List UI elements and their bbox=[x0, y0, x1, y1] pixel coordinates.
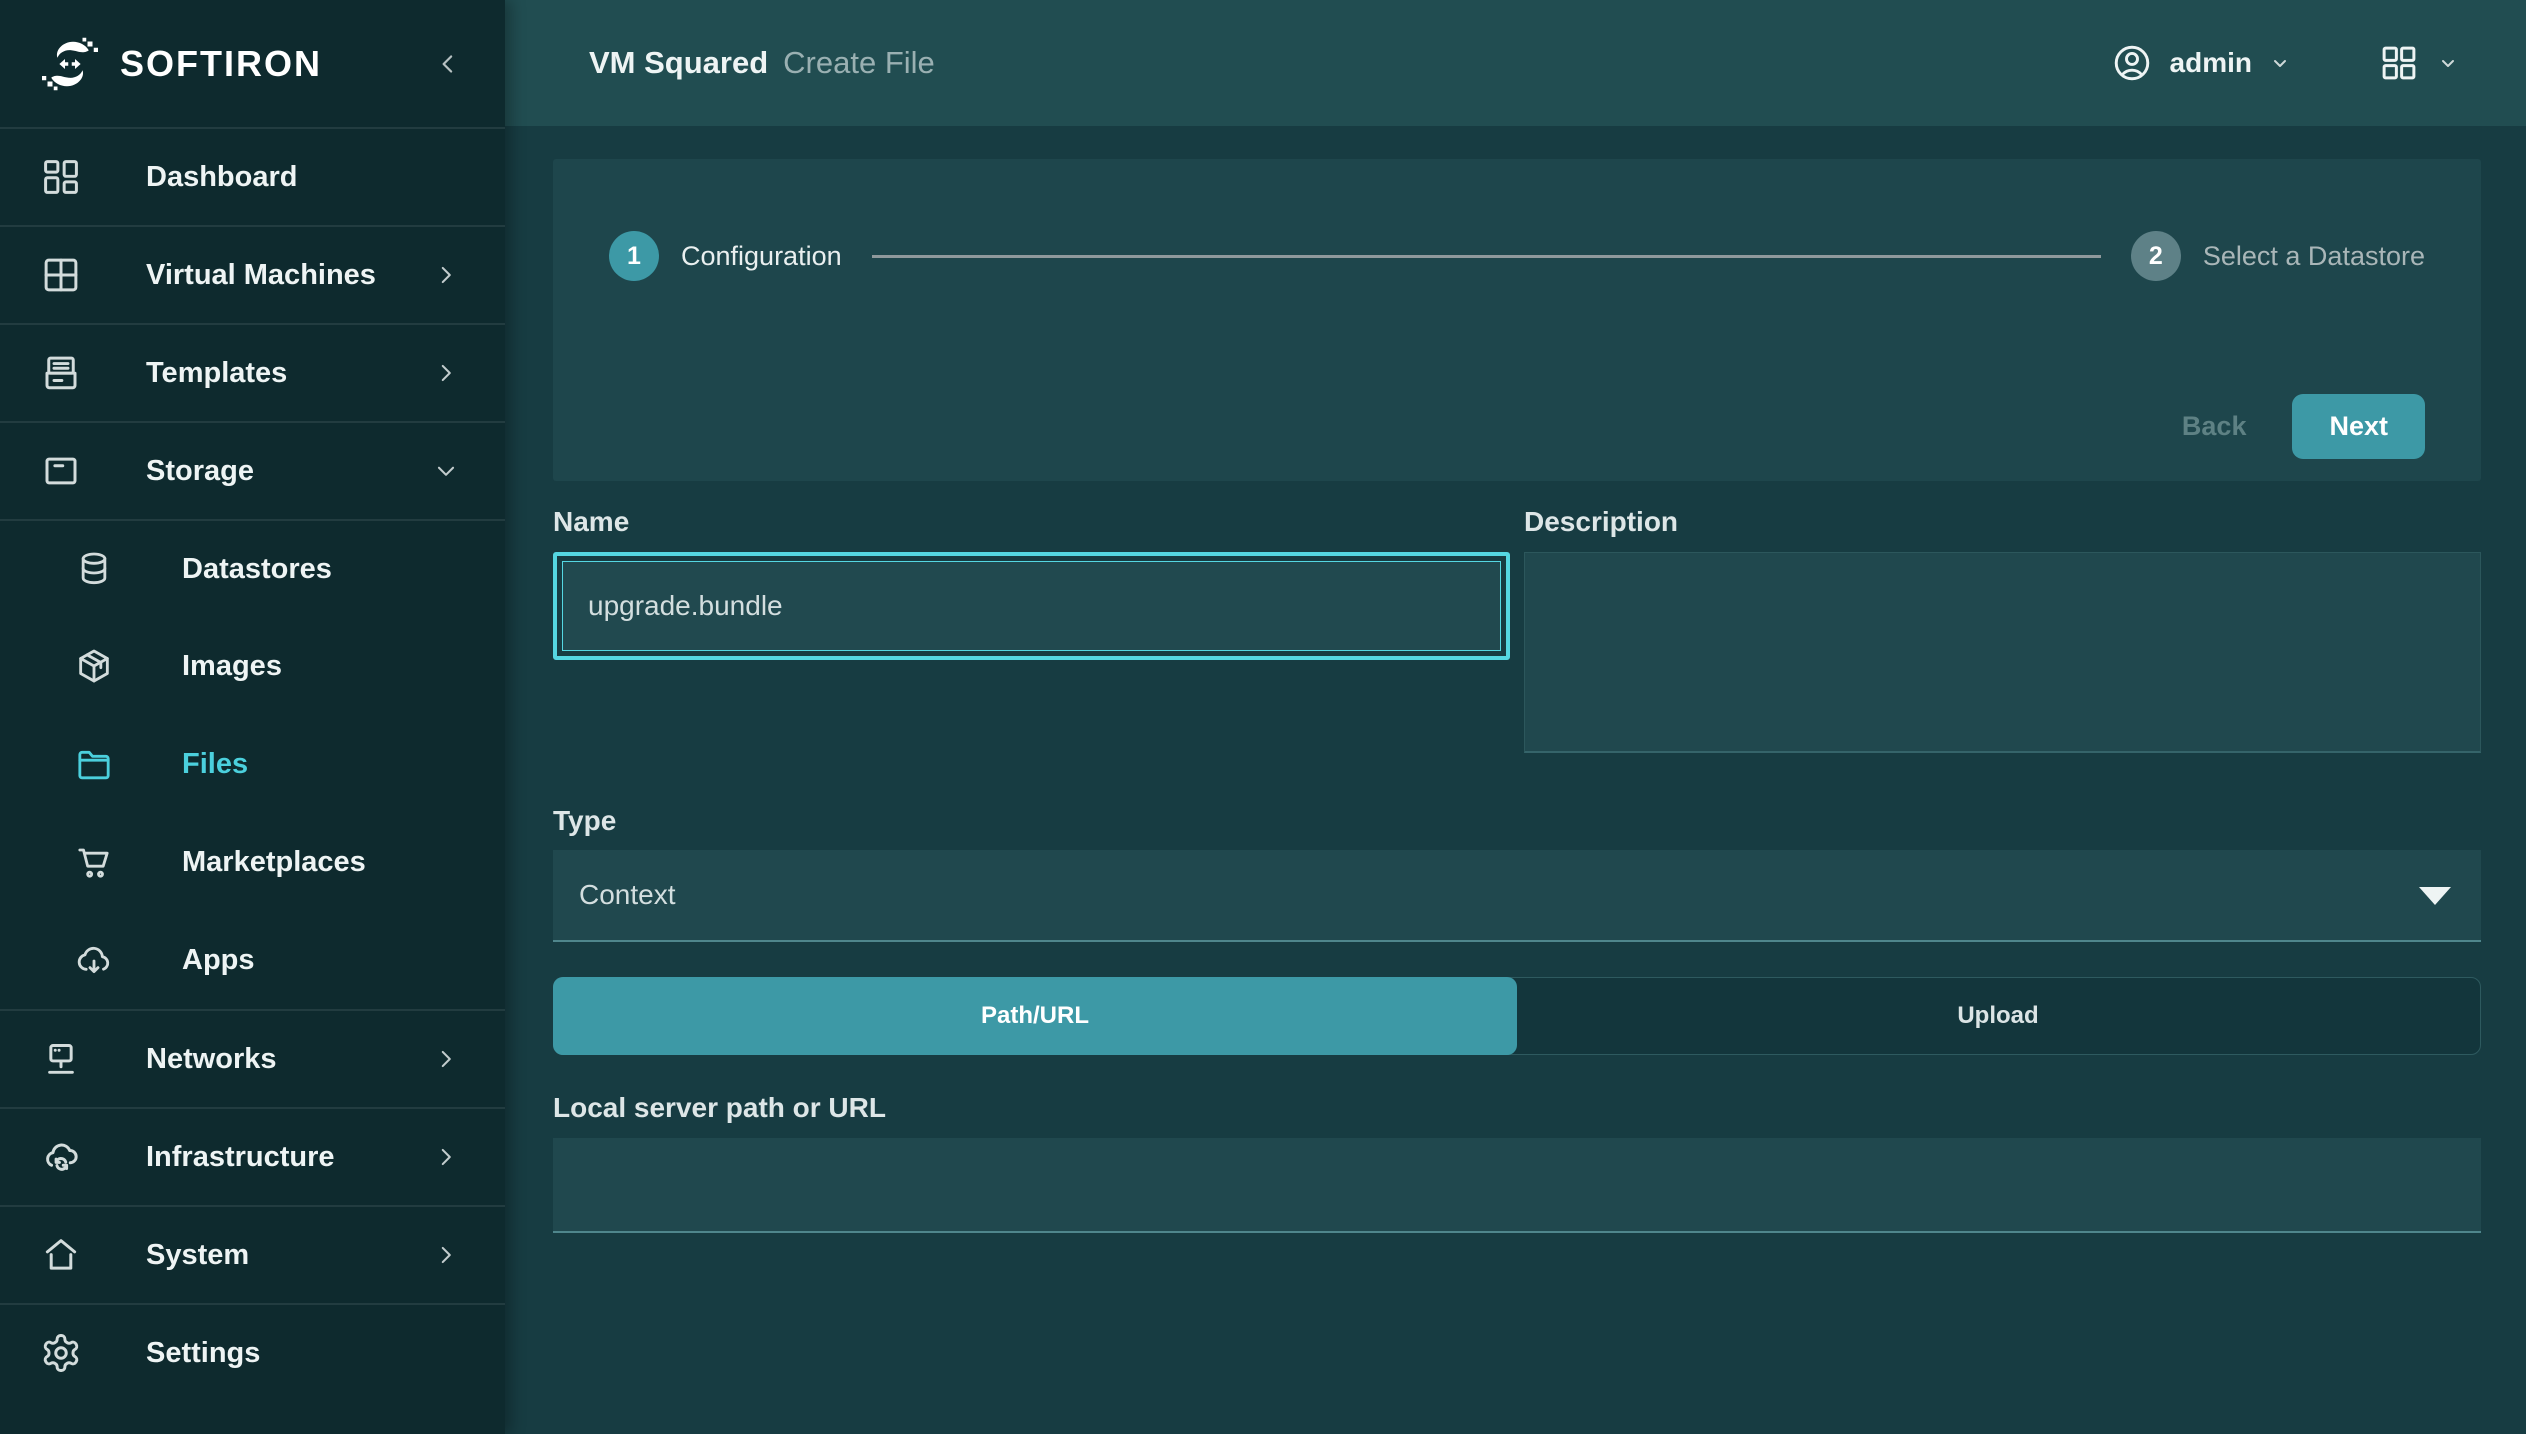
step-label: Select a Datastore bbox=[2202, 240, 2425, 271]
name-input[interactable] bbox=[562, 560, 1501, 651]
path-label: Local server path or URL bbox=[553, 1092, 886, 1124]
home-icon bbox=[40, 1234, 84, 1276]
sidebar: SOFTIRON Dashboard Virtual Machines Temp… bbox=[0, 0, 505, 1434]
description-textarea[interactable] bbox=[1524, 551, 2481, 753]
sidebar-item-marketplaces[interactable]: Marketplaces bbox=[0, 813, 505, 911]
brand-name: SOFTIRON bbox=[120, 42, 322, 84]
sidebar-item-label: Virtual Machines bbox=[146, 258, 376, 291]
sidebar-item-label: Storage bbox=[146, 454, 254, 487]
step-number-badge: 2 bbox=[2130, 231, 2181, 281]
virtual-machines-icon bbox=[40, 254, 84, 296]
sidebar-item-storage[interactable]: Storage bbox=[0, 421, 505, 519]
apps-menu-button[interactable] bbox=[2378, 42, 2460, 84]
name-field-group: Name bbox=[553, 505, 1510, 660]
chevron-right-icon bbox=[433, 262, 459, 288]
sidebar-item-label: Images bbox=[182, 649, 282, 682]
main-area: VM Squared Create File admin 1 Configura… bbox=[505, 0, 2526, 1434]
sidebar-item-images[interactable]: Images bbox=[0, 617, 505, 715]
chevron-down-icon bbox=[2436, 51, 2460, 75]
step-configuration: 1 Configuration bbox=[609, 231, 842, 281]
description-field-group: Description bbox=[1524, 505, 2481, 758]
grid-apps-icon bbox=[2378, 42, 2420, 84]
sidebar-collapse-button[interactable] bbox=[433, 49, 463, 79]
tab-path-url[interactable]: Path/URL bbox=[553, 977, 1517, 1056]
chevron-down-icon bbox=[433, 458, 459, 484]
sidebar-item-apps[interactable]: Apps bbox=[0, 911, 505, 1009]
shopping-cart-icon bbox=[74, 842, 118, 882]
sidebar-item-label: Files bbox=[182, 747, 249, 780]
tab-upload[interactable]: Upload bbox=[1516, 978, 2480, 1054]
sidebar-item-files[interactable]: Files bbox=[0, 715, 505, 813]
sidebar-item-label: Datastores bbox=[182, 552, 332, 585]
cloud-download-icon bbox=[74, 940, 118, 980]
path-input[interactable] bbox=[553, 1137, 2481, 1233]
templates-icon bbox=[40, 352, 84, 394]
create-file-form: 1 Configuration 2 Select a Datastore Bac… bbox=[505, 126, 2526, 1434]
sidebar-item-label: Settings bbox=[146, 1336, 261, 1369]
sidebar-item-label: Networks bbox=[146, 1042, 277, 1075]
wizard-stepper: 1 Configuration 2 Select a Datastore bbox=[609, 231, 2425, 281]
type-selected-value: Context bbox=[579, 879, 676, 911]
name-description-row: Name Description bbox=[553, 505, 2481, 758]
images-icon bbox=[74, 646, 118, 686]
dashboard-icon bbox=[40, 156, 84, 198]
source-tabs: Path/URL Upload bbox=[553, 977, 2481, 1056]
type-select[interactable]: Context bbox=[553, 850, 2481, 943]
datastores-icon bbox=[74, 549, 118, 589]
sidebar-item-label: System bbox=[146, 1238, 250, 1271]
sidebar-item-networks[interactable]: Networks bbox=[0, 1009, 505, 1107]
cloud-sync-icon bbox=[40, 1136, 84, 1178]
next-button[interactable]: Next bbox=[2292, 394, 2425, 459]
sidebar-item-label: Infrastructure bbox=[146, 1140, 335, 1173]
chevron-right-icon bbox=[433, 360, 459, 386]
stepper-connector bbox=[871, 254, 2101, 258]
breadcrumb: VM Squared Create File bbox=[589, 45, 935, 81]
sidebar-item-settings[interactable]: Settings bbox=[0, 1303, 505, 1401]
top-bar: VM Squared Create File admin bbox=[505, 0, 2526, 126]
step-select-datastore: 2 Select a Datastore bbox=[2130, 231, 2425, 281]
user-menu-button[interactable]: admin bbox=[2110, 41, 2292, 85]
description-label: Description bbox=[1524, 506, 1679, 537]
topbar-actions: admin bbox=[2110, 41, 2460, 85]
page-title: Create File bbox=[783, 45, 935, 80]
sidebar-nav: Dashboard Virtual Machines Templates Sto… bbox=[0, 127, 505, 1401]
chevron-right-icon bbox=[433, 1242, 459, 1268]
chevron-down-icon bbox=[2268, 51, 2292, 75]
sidebar-item-label: Apps bbox=[182, 943, 255, 976]
sidebar-item-templates[interactable]: Templates bbox=[0, 323, 505, 421]
name-input-focus-ring bbox=[553, 551, 1510, 660]
wizard-actions: Back Next bbox=[609, 394, 2425, 459]
softiron-logo-icon bbox=[40, 34, 100, 94]
back-button[interactable]: Back bbox=[2182, 411, 2247, 442]
chevron-left-icon bbox=[433, 49, 463, 79]
sidebar-item-label: Templates bbox=[146, 356, 288, 389]
chevron-right-icon bbox=[433, 1144, 459, 1170]
wizard-card: 1 Configuration 2 Select a Datastore Bac… bbox=[553, 159, 2481, 481]
sidebar-item-virtual-machines[interactable]: Virtual Machines bbox=[0, 225, 505, 323]
product-name: VM Squared bbox=[589, 45, 769, 80]
sidebar-item-system[interactable]: System bbox=[0, 1205, 505, 1303]
sidebar-item-label: Marketplaces bbox=[182, 845, 366, 878]
step-label: Configuration bbox=[681, 240, 842, 271]
sidebar-item-infrastructure[interactable]: Infrastructure bbox=[0, 1107, 505, 1205]
type-label: Type bbox=[553, 804, 617, 836]
gear-icon bbox=[40, 1332, 84, 1374]
step-number-badge: 1 bbox=[609, 231, 659, 281]
name-label: Name bbox=[553, 506, 630, 537]
sidebar-item-dashboard[interactable]: Dashboard bbox=[0, 127, 505, 225]
sidebar-item-datastores[interactable]: Datastores bbox=[0, 519, 505, 617]
user-avatar-icon bbox=[2110, 41, 2154, 85]
dropdown-caret-icon bbox=[2419, 887, 2451, 906]
storage-icon bbox=[40, 450, 84, 492]
user-name: admin bbox=[2169, 47, 2252, 78]
sidebar-item-label: Dashboard bbox=[146, 160, 298, 193]
chevron-right-icon bbox=[433, 1046, 459, 1072]
path-field-group: Local server path or URL bbox=[553, 1091, 2481, 1233]
folder-icon bbox=[74, 744, 118, 784]
brand-header: SOFTIRON bbox=[0, 0, 505, 127]
type-field-group: Type Context bbox=[553, 804, 2481, 943]
network-icon bbox=[40, 1038, 84, 1080]
